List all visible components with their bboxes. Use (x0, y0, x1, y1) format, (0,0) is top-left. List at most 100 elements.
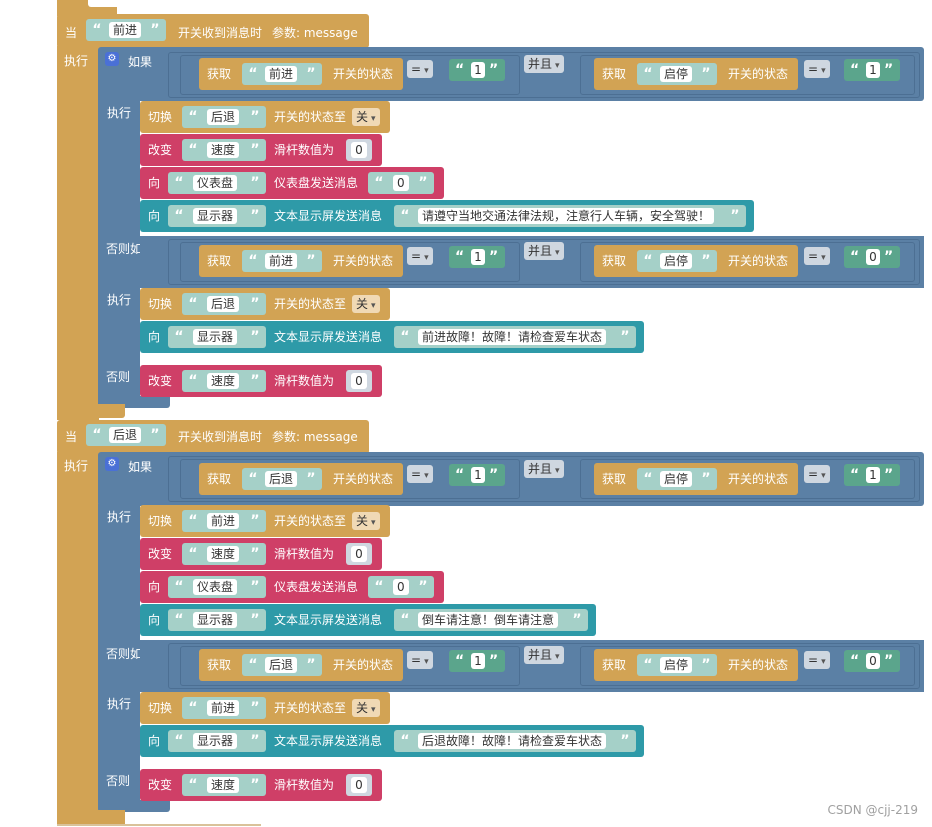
display-name-slot[interactable]: “ 显示器 ” (168, 730, 266, 752)
off-dropdown[interactable]: 关 ▾ (352, 512, 380, 530)
display-name-slot[interactable]: “ 显示器 ” (168, 326, 266, 348)
get-name-slot[interactable]: “ 前进 ” (242, 250, 322, 272)
off-dropdown[interactable]: 关 ▾ (352, 295, 380, 313)
get-name-slot[interactable]: “ 启停 ” (637, 468, 717, 490)
eq-dropdown[interactable]: = ▾ (407, 60, 433, 78)
value-one-block[interactable]: “ 1 ” (449, 650, 505, 672)
value-one-block[interactable]: “ 1 ” (449, 59, 505, 81)
display-msg-fwd-fault[interactable]: 前进故障！故障！请检查爱车状态 (418, 329, 607, 345)
value-one-block[interactable]: “ 1 ” (449, 246, 505, 268)
if-label: 如果 (128, 55, 153, 69)
display-msg-slot[interactable]: “ 前进故障！故障！请检查爱车状态 ” (394, 326, 636, 348)
get-name-slot[interactable]: “ 启停 ” (637, 654, 717, 676)
get-name-slot[interactable]: “ 启停 ” (637, 250, 717, 272)
value-zero-block[interactable]: “ 0 ” (844, 246, 900, 268)
display-msg-reverse[interactable]: 倒车请注意！倒车请注意 (418, 612, 559, 628)
switch-target-slot[interactable]: “ 前进 ” (182, 697, 266, 719)
display-msg-slot[interactable]: “ 倒车请注意！倒车请注意 ” (394, 609, 588, 631)
when-label: 当 (65, 26, 78, 40)
get-name-slot[interactable]: “ 后退 ” (242, 654, 322, 676)
slider-name-slot[interactable]: “ 速度 ” (182, 139, 266, 161)
switch-label: 切换 (148, 514, 173, 528)
slider-name-slot[interactable]: “ 速度 ” (182, 370, 266, 392)
gauge-msg-slot[interactable]: “ 0 ” (368, 576, 434, 598)
and-dropdown[interactable]: 并且 ▾ (524, 460, 564, 478)
slider-value-label: 滑杆数值为 (274, 143, 335, 157)
switch-name-slot[interactable]: “ 后退 ” (86, 424, 166, 446)
gauge-msg-slot[interactable]: “ 0 ” (368, 172, 434, 194)
display-msg-slot[interactable]: “ 请遵守当地交通法律法规，注意行人车辆，安全驾驶！ ” (394, 205, 746, 227)
gauge-send-label: 仪表盘发送消息 (274, 580, 359, 594)
gauge-name-slot[interactable]: “ 仪表盘 ” (168, 576, 266, 598)
gear-icon[interactable]: ⚙ (105, 52, 119, 66)
change-label: 改变 (148, 778, 173, 792)
slider-value-slot[interactable]: 0 (346, 543, 372, 565)
display-send-label: 文本显示屏发送消息 (274, 330, 383, 344)
eq-dropdown[interactable]: = ▾ (804, 60, 830, 78)
switch-state-to-label: 开关的状态至 (274, 514, 347, 528)
value-zero-block[interactable]: “ 0 ” (844, 650, 900, 672)
gauge-name-slot[interactable]: “ 仪表盘 ” (168, 172, 266, 194)
gear-icon[interactable]: ⚙ (105, 457, 119, 471)
switch-name-backward[interactable]: 后退 (109, 427, 142, 443)
gauge-name[interactable]: 仪表盘 (193, 175, 238, 191)
on-message-label: 开关收到消息时 (178, 26, 263, 40)
get-name-slot[interactable]: “ 前进 ” (242, 63, 322, 85)
get-name-slot[interactable]: “ 启停 ” (637, 63, 717, 85)
eq-dropdown[interactable]: = ▾ (407, 651, 433, 669)
get-label: 获取 (602, 658, 627, 672)
display-name[interactable]: 显示器 (193, 208, 238, 224)
slider-name-slot[interactable]: “ 速度 ” (182, 543, 266, 565)
switch-state-label: 开关的状态 (728, 254, 789, 268)
slider-name-speed[interactable]: 速度 (207, 142, 240, 158)
slider-value-slot[interactable]: 0 (346, 370, 372, 392)
slider-value[interactable]: 0 (351, 142, 367, 158)
eq-dropdown[interactable]: = ▾ (407, 465, 433, 483)
display-msg-obey[interactable]: 请遵守当地交通法律法规，注意行人车辆，安全驾驶！ (418, 208, 715, 224)
get-label: 获取 (602, 254, 627, 268)
switch-target-slot[interactable]: “ 后退 ” (182, 106, 266, 128)
display-msg-bwd-fault[interactable]: 后退故障！故障！请检查爱车状态 (418, 733, 607, 749)
value-one[interactable]: 1 (471, 62, 485, 78)
switch-target-backward[interactable]: 后退 (207, 109, 240, 125)
value-one-block[interactable]: “ 1 ” (449, 464, 505, 486)
switch-name-slot[interactable]: “ 前进 ” (86, 19, 166, 41)
gauge-msg-value[interactable]: 0 (393, 175, 409, 191)
and-dropdown[interactable]: 并且 ▾ (524, 646, 564, 664)
display-name-slot[interactable]: “ 显示器 ” (168, 205, 266, 227)
switch-state-label: 开关的状态 (333, 472, 394, 486)
to-label: 向 (148, 330, 161, 344)
event-bottom-forward (57, 404, 125, 418)
switch-state-label: 开关的状态 (333, 658, 394, 672)
switch-label: 切换 (148, 701, 173, 715)
slider-value-slot[interactable]: 0 (346, 774, 372, 796)
off-dropdown[interactable]: 关 ▾ (352, 108, 380, 126)
else-label: 否则 (106, 774, 131, 788)
eq-dropdown[interactable]: = ▾ (407, 247, 433, 265)
get-name-forward[interactable]: 前进 (265, 66, 298, 82)
slider-name-slot[interactable]: “ 速度 ” (182, 774, 266, 796)
eq-dropdown[interactable]: = ▾ (804, 247, 830, 265)
switch-name-forward[interactable]: 前进 (109, 22, 142, 38)
switch-target-slot[interactable]: “ 后退 ” (182, 293, 266, 315)
value-one-block[interactable]: “ 1 ” (844, 59, 900, 81)
do-label: 执行 (64, 459, 89, 473)
quote-open-icon: “ (92, 22, 102, 38)
value-one-block[interactable]: “ 1 ” (844, 464, 900, 486)
do-label: 执行 (107, 293, 132, 307)
display-name-slot[interactable]: “ 显示器 ” (168, 609, 266, 631)
slider-value-label: 滑杆数值为 (274, 778, 335, 792)
eq-dropdown[interactable]: = ▾ (804, 651, 830, 669)
display-msg-slot[interactable]: “ 后退故障！故障！请检查爱车状态 ” (394, 730, 636, 752)
switch-target-slot[interactable]: “ 前进 ” (182, 510, 266, 532)
get-name-slot[interactable]: “ 后退 ” (242, 468, 322, 490)
do-label: 执行 (64, 54, 89, 68)
change-label: 改变 (148, 143, 173, 157)
slider-value-slot[interactable]: 0 (346, 139, 372, 161)
and-dropdown[interactable]: 并且 ▾ (524, 55, 564, 73)
off-dropdown[interactable]: 关 ▾ (352, 699, 380, 717)
quote-close-icon: ” (306, 66, 316, 82)
eq-dropdown[interactable]: = ▾ (804, 465, 830, 483)
get-name-startstop[interactable]: 启停 (660, 66, 693, 82)
and-dropdown[interactable]: 并且 ▾ (524, 242, 564, 260)
